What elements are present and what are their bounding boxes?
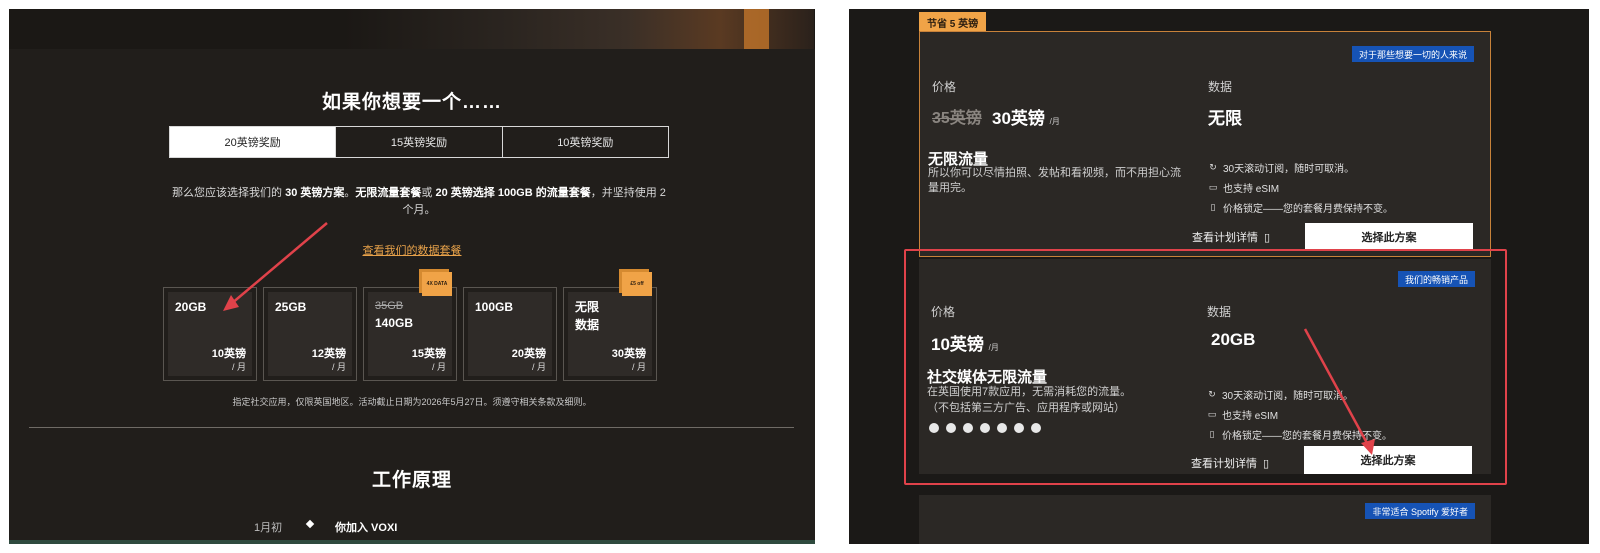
plan-badge: 对于那些想要一切的人来说 xyxy=(1351,46,1474,62)
promo-sticker: £5 off xyxy=(622,272,652,296)
esim-icon: ▭ xyxy=(1208,182,1218,192)
card-price: 15英镑 xyxy=(411,348,446,360)
feature-text: 也支持 eSIM xyxy=(1223,184,1280,195)
choose-plan-button[interactable]: 选择此方案 xyxy=(1305,223,1473,251)
promo-sticker: 4X DATA xyxy=(422,272,452,296)
hero-lamp-glow xyxy=(744,9,769,49)
card-data-amount: 25GB xyxy=(275,300,307,314)
highlight-box xyxy=(904,249,1507,485)
view-data-plans-link[interactable]: 查看我们的数据套餐 xyxy=(9,242,815,258)
plan-badge: 非常适合 Spotify 爱好者 xyxy=(1365,503,1475,519)
timeline-dot xyxy=(305,519,315,529)
plan-card-spotify: 非常适合 Spotify 爱好者 xyxy=(919,495,1491,544)
left-screenshot-panel: 如果你想要一个…… 20英镑奖励 15英镑奖励 10英镑奖励 那么您应该选择我们… xyxy=(9,9,815,544)
section-divider xyxy=(29,427,794,428)
plan-price: 30英镑 /月 xyxy=(992,104,1060,129)
card-per-month: / 月 xyxy=(331,362,346,372)
right-screenshot-panel: 节省 5 英镑 对于那些想要一切的人来说 价格 35英镑 30英镑 /月 数据 … xyxy=(849,9,1589,544)
plan-card-100gb[interactable]: 100GB 20英镑 / 月 xyxy=(463,287,557,381)
card-per-month: / 月 xyxy=(631,362,646,372)
price-value: 30英镑 xyxy=(992,109,1045,128)
card-per-month: / 月 xyxy=(431,362,446,372)
bottom-edge-bar xyxy=(9,540,815,544)
plan-subtext: 所以你可以尽情拍照、发帖和看视频，而不用担心流量用完。 xyxy=(928,167,1181,194)
plan-card-140gb[interactable]: 35GB 140GB 15英镑 / 月 4X DATA xyxy=(363,272,457,381)
card-per-month: / 月 xyxy=(231,362,246,372)
card-price: 30英镑 xyxy=(611,348,646,360)
timeline-step-text: 你加入 VOXI xyxy=(335,522,398,534)
feature-rolling: ↻ 30天滚动订阅，随时可取消。 xyxy=(1208,160,1354,175)
terms-note: 指定社交应用，仅限英国地区。活动截止日期为2026年5月27日。须遵守相关条款及… xyxy=(232,397,592,407)
lock-icon: ▯ xyxy=(1210,202,1216,212)
timeline-date: 1月初 xyxy=(254,522,283,534)
refresh-icon: ↻ xyxy=(1209,162,1217,172)
card-data-amount: 100GB xyxy=(475,300,514,314)
plan-card-unlimited: 对于那些想要一切的人来说 价格 35英镑 30英镑 /月 数据 无限 无限流量 … xyxy=(919,31,1491,257)
view-plan-details-link[interactable]: 查看计划详情 ▯ xyxy=(1192,229,1270,245)
sim-icon: ▯ xyxy=(1264,231,1271,244)
plan-cards-row: 20GB 10英镑 / 月 25GB 12英镑 / 月 35GB 140GB 1… xyxy=(163,272,673,381)
card-price: 10英镑 xyxy=(211,348,246,360)
price-unit: /月 xyxy=(1049,117,1060,126)
section-title: 如果你想要一个…… xyxy=(321,92,502,113)
tab-20-reward[interactable]: 20英镑奖励 xyxy=(170,127,337,157)
plan-data: 无限 xyxy=(1208,109,1242,128)
plan-card-unlimited[interactable]: 无限 数据 30英镑 / 月 £5 off xyxy=(563,272,657,381)
feature-text: 30天滚动订阅，随时可取消。 xyxy=(1223,164,1355,175)
tab-15-reward[interactable]: 15英镑奖励 xyxy=(336,127,503,157)
feature-text: 价格锁定——您的套餐月费保持不变。 xyxy=(1223,204,1393,215)
card-data-amount-line2: 数据 xyxy=(575,318,600,332)
card-price: 12英镑 xyxy=(311,348,346,360)
hero-image-strip xyxy=(9,9,815,49)
save-tag: 节省 5 英镑 xyxy=(919,12,987,32)
desc-bold: 20 英镑选择 100GB 的流量套餐 xyxy=(435,187,591,199)
card-old-data-amount: 35GB xyxy=(375,300,404,312)
details-label: 查看计划详情 xyxy=(1192,232,1258,244)
price-label: 价格 xyxy=(932,80,957,94)
desc-bold: 30 英镑方案 xyxy=(285,187,345,199)
tab-10-reward[interactable]: 10英镑奖励 xyxy=(503,127,668,157)
how-it-works-title: 工作原理 xyxy=(371,470,452,491)
reward-tabs: 20英镑奖励 15英镑奖励 10英镑奖励 xyxy=(169,126,669,158)
feature-price-lock: ▯ 价格锁定——您的套餐月费保持不变。 xyxy=(1208,200,1393,215)
recommendation-text: 那么您应该选择我们的 30 英镑方案。无限流量套餐或 20 英镑选择 100GB… xyxy=(169,185,669,219)
feature-esim: ▭ 也支持 eSIM xyxy=(1208,180,1279,195)
desc-text: 。 xyxy=(344,187,356,199)
old-price: 35英镑 xyxy=(932,110,982,127)
card-data-amount: 20GB xyxy=(175,300,207,314)
desc-text: 或 xyxy=(421,187,436,199)
card-per-month: / 月 xyxy=(531,362,546,372)
plan-card-25gb[interactable]: 25GB 12英镑 / 月 xyxy=(263,287,357,381)
desc-text: 那么您应该选择我们的 xyxy=(172,187,286,199)
desc-bold: 无限流量套餐 xyxy=(355,187,422,199)
data-label: 数据 xyxy=(1208,80,1233,94)
plan-card-20gb[interactable]: 20GB 10英镑 / 月 xyxy=(163,287,257,381)
card-data-amount: 140GB xyxy=(375,316,414,330)
card-data-amount: 无限 xyxy=(575,300,600,314)
card-price: 20英镑 xyxy=(511,348,546,360)
